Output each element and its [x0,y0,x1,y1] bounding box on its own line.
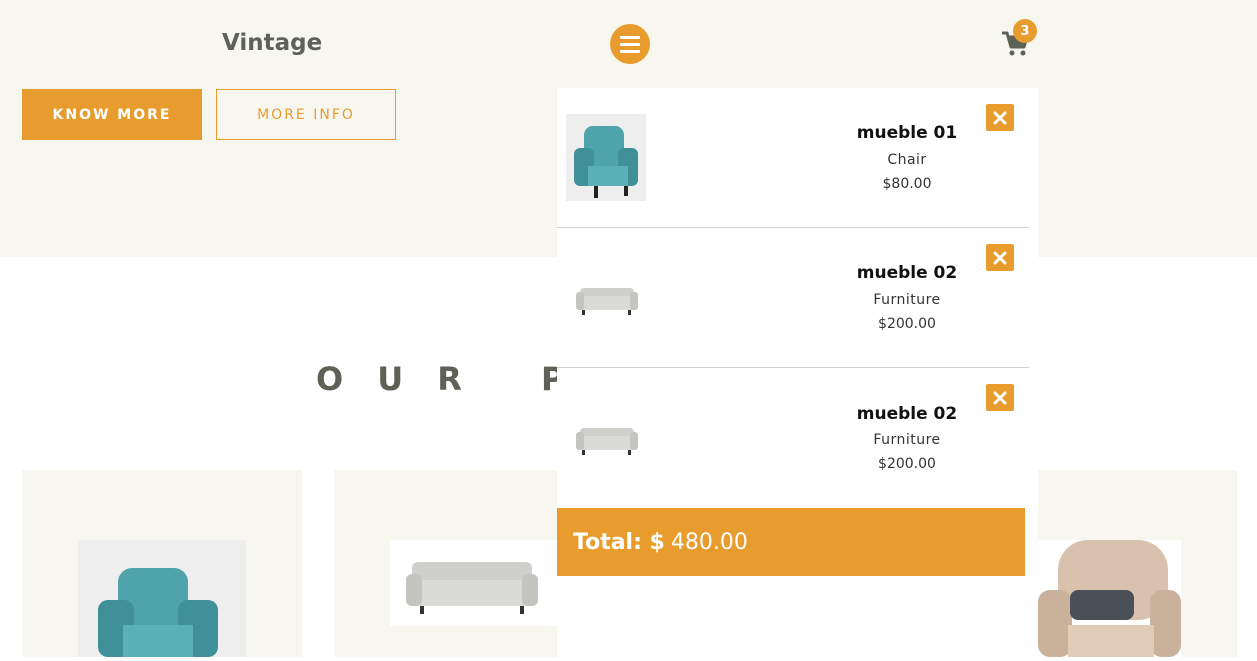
item-category: Furniture [873,432,941,448]
item-name: mueble 02 [856,404,958,424]
item-name: mueble 02 [856,263,958,283]
close-icon [993,111,1007,124]
remove-item-button[interactable] [986,244,1014,271]
armchair-image [1038,540,1181,657]
remove-item-button[interactable] [986,384,1014,411]
total-label: Total: $ [573,529,665,555]
item-price: $80.00 [882,176,932,192]
product-card[interactable] [22,470,302,657]
hamburger-menu-icon [620,35,640,39]
cart-count-badge: 3 [1013,19,1037,43]
close-icon [993,391,1007,404]
know-more-button[interactable]: KNOW MORE [22,89,202,140]
remove-item-button[interactable] [986,104,1014,131]
menu-toggle-button[interactable] [610,24,650,64]
armchair-image [78,540,246,657]
item-category: Chair [887,152,927,168]
cart-item: mueble 01 Chair $80.00 [557,88,1029,228]
item-price: $200.00 [878,316,936,332]
hero-title: Vintage [222,30,323,56]
cart-total: Total: $ 480.00 [557,508,1025,576]
sofa-image [390,540,557,626]
cart-item: mueble 02 Furniture $200.00 [557,228,1029,368]
item-name: mueble 01 [856,123,958,143]
more-info-button[interactable]: MORE INFO [216,89,396,140]
cart-item: mueble 02 Furniture $200.00 [557,368,1029,508]
item-category: Furniture [873,292,941,308]
cart-panel: mueble 01 Chair $80.00 mueble 02 Furnitu… [557,88,1038,657]
item-price: $200.00 [878,456,936,472]
sofa-image [566,254,646,341]
product-card[interactable] [1038,470,1237,657]
sofa-image [566,394,646,481]
armchair-image [566,114,646,201]
close-icon [993,251,1007,264]
product-card[interactable] [334,470,557,657]
total-value: 480.00 [670,529,748,555]
